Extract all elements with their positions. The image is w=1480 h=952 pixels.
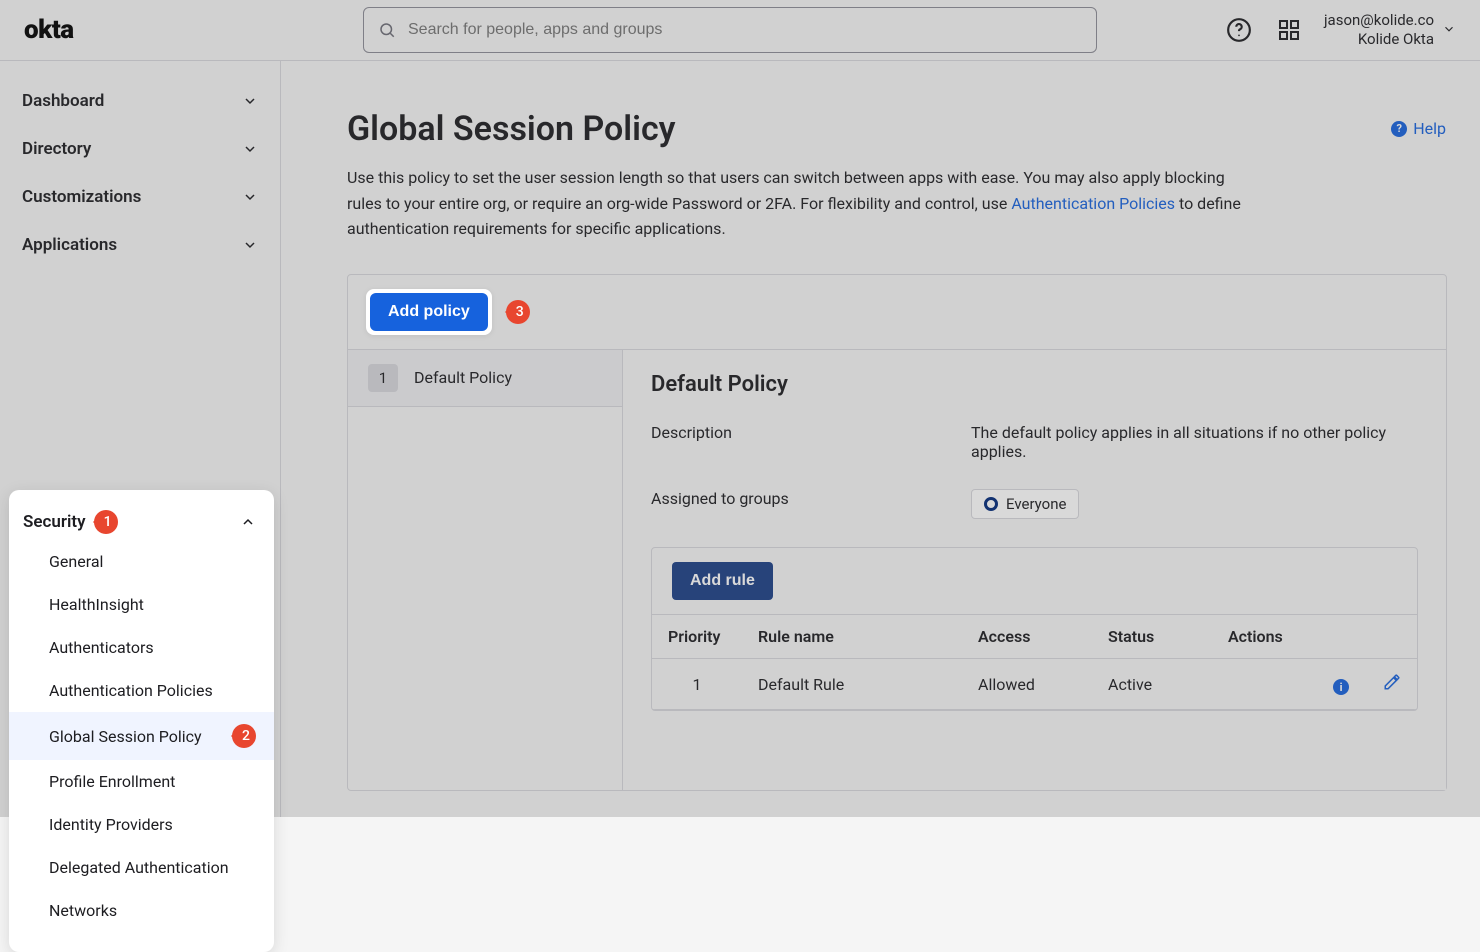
- sub-label: Identity Providers: [49, 815, 173, 834]
- help-link[interactable]: ? Help: [1391, 119, 1446, 138]
- sub-label: Authentication Policies: [49, 681, 213, 700]
- user-menu[interactable]: jason@kolide.co Kolide Okta: [1324, 11, 1456, 49]
- description-label: Description: [651, 423, 971, 442]
- sub-item-healthinsight[interactable]: HealthInsight: [9, 583, 274, 626]
- sub-label: Delegated Authentication: [49, 858, 229, 877]
- col-actions: Actions: [1212, 614, 1417, 658]
- policy-list: 1 Default Policy: [348, 350, 623, 790]
- col-priority: Priority: [652, 614, 742, 658]
- header-right: jason@kolide.co Kolide Okta: [1224, 11, 1456, 49]
- groups-value: Everyone: [971, 489, 1418, 519]
- rule-priority: 1: [652, 658, 742, 710]
- sub-item-networks[interactable]: Networks: [9, 889, 274, 932]
- sub-item-authentication-policies[interactable]: Authentication Policies: [9, 669, 274, 712]
- panel-body: 1 Default Policy Default Policy Descript…: [348, 350, 1446, 790]
- chip-label: Everyone: [1006, 495, 1066, 513]
- sub-item-identity-providers[interactable]: Identity Providers: [9, 803, 274, 846]
- sub-label: Profile Enrollment: [49, 772, 175, 791]
- sidebar-item-security[interactable]: Security 1: [9, 504, 274, 540]
- sub-item-general[interactable]: General: [9, 540, 274, 583]
- policy-panel: Add policy 3 1 Default Policy Default Po…: [347, 274, 1447, 791]
- page-description: Use this policy to set the user session …: [347, 165, 1243, 242]
- sub-item-profile-enrollment[interactable]: Profile Enrollment: [9, 760, 274, 803]
- rule-status: Active: [1092, 658, 1212, 710]
- sidebar: Dashboard Directory Customizations Appli…: [0, 61, 281, 817]
- page-title: Global Session Policy: [347, 109, 1446, 149]
- policy-row[interactable]: 1 Default Policy: [348, 350, 622, 407]
- detail-row-description: Description The default policy applies i…: [651, 423, 1418, 461]
- rules-table: Priority Rule name Access Status Actions…: [652, 614, 1417, 711]
- chevron-down-icon: [242, 93, 258, 109]
- sub-item-global-session-policy[interactable]: Global Session Policy 2: [9, 712, 274, 760]
- rules-top: Add rule: [652, 548, 1417, 614]
- col-rule-name: Rule name: [742, 614, 962, 658]
- groups-label: Assigned to groups: [651, 489, 971, 508]
- user-text: jason@kolide.co Kolide Okta: [1324, 11, 1434, 49]
- sidebar-label: Customizations: [22, 187, 141, 207]
- sub-label: Global Session Policy: [49, 727, 202, 746]
- callout-badge-2: 2: [232, 724, 256, 748]
- sidebar-label: Applications: [22, 235, 117, 255]
- sub-item-delegated-authentication[interactable]: Delegated Authentication: [9, 846, 274, 889]
- rules-box: Add rule Priority Rule name Access Statu…: [651, 547, 1418, 712]
- sidebar-item-applications[interactable]: Applications: [0, 221, 280, 269]
- sidebar-label: Directory: [22, 139, 91, 159]
- rule-row: 1 Default Rule Allowed Active i: [652, 658, 1417, 710]
- chevron-down-icon: [242, 141, 258, 157]
- logo-text: okta: [24, 15, 74, 45]
- group-bullet-icon: [984, 497, 998, 511]
- sub-label: General: [49, 552, 103, 571]
- col-access: Access: [962, 614, 1092, 658]
- chevron-down-icon: [1442, 21, 1456, 40]
- add-policy-button[interactable]: Add policy: [370, 293, 488, 331]
- user-email: jason@kolide.co: [1324, 11, 1434, 30]
- chevron-down-icon: [242, 237, 258, 253]
- chevron-up-icon: [240, 514, 256, 530]
- global-search[interactable]: [363, 7, 1097, 53]
- apps-grid-icon[interactable]: [1274, 15, 1304, 45]
- help-label: Help: [1413, 119, 1446, 138]
- sidebar-section-security: Security 1 General HealthInsight Authent…: [9, 490, 274, 952]
- callout-badge-1: 1: [94, 510, 118, 534]
- chevron-down-icon: [242, 189, 258, 205]
- sub-label: HealthInsight: [49, 595, 144, 614]
- rule-name: Default Rule: [742, 658, 962, 710]
- rule-access: Allowed: [962, 658, 1092, 710]
- okta-logo[interactable]: okta: [24, 18, 99, 42]
- auth-policies-link[interactable]: Authentication Policies: [1011, 194, 1175, 213]
- callout-badge-3: 3: [506, 300, 530, 324]
- sidebar-label: Dashboard: [22, 91, 104, 111]
- sidebar-item-customizations[interactable]: Customizations: [0, 173, 280, 221]
- policy-rank: 1: [368, 364, 398, 392]
- search-input[interactable]: [408, 21, 1082, 39]
- user-org: Kolide Okta: [1324, 30, 1434, 49]
- add-policy-highlight: Add policy: [366, 289, 492, 335]
- main-content: ? Help Global Session Policy Use this po…: [281, 61, 1480, 817]
- sidebar-item-dashboard[interactable]: Dashboard: [0, 77, 280, 125]
- col-status: Status: [1092, 614, 1212, 658]
- search-icon: [378, 21, 396, 39]
- sidebar-item-directory[interactable]: Directory: [0, 125, 280, 173]
- edit-icon[interactable]: [1383, 673, 1401, 691]
- sub-item-authenticators[interactable]: Authenticators: [9, 626, 274, 669]
- sub-label: Networks: [49, 901, 117, 920]
- sidebar-label: Security: [23, 512, 86, 532]
- policy-detail-title: Default Policy: [651, 372, 1418, 397]
- info-icon[interactable]: i: [1333, 679, 1349, 695]
- help-icon[interactable]: [1224, 15, 1254, 45]
- panel-top: Add policy 3: [348, 275, 1446, 350]
- rule-actions: i: [1212, 658, 1417, 710]
- help-dot-icon: ?: [1391, 121, 1407, 137]
- app-header: okta jason@kolide.co Kolide Okta: [0, 0, 1480, 61]
- detail-row-groups: Assigned to groups Everyone: [651, 489, 1418, 519]
- add-rule-button[interactable]: Add rule: [672, 562, 773, 600]
- group-chip-everyone[interactable]: Everyone: [971, 489, 1079, 519]
- policy-name: Default Policy: [414, 368, 512, 387]
- sub-label: Authenticators: [49, 638, 154, 657]
- policy-detail: Default Policy Description The default p…: [623, 350, 1446, 790]
- description-value: The default policy applies in all situat…: [971, 423, 1418, 461]
